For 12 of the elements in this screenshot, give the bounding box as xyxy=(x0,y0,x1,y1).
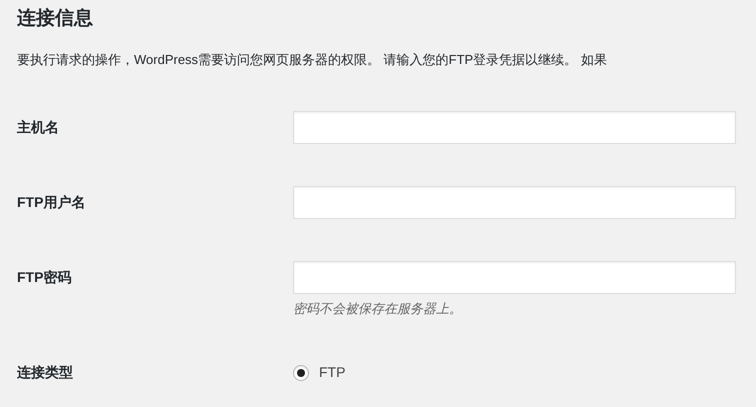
radio-button[interactable] xyxy=(293,364,309,380)
radio-option[interactable]: FTP xyxy=(293,362,346,383)
hint-text: 密码不会被保存在服务器上。 xyxy=(293,300,462,318)
text-field[interactable] xyxy=(293,186,736,219)
text-field[interactable] xyxy=(293,261,736,294)
intro-text: 要执行请求的操作，WordPress需要访问您网页服务器的权限。 请输入您的FTP登录凭据以继续。 如果 xyxy=(17,51,607,69)
section-title: 连接信息 xyxy=(17,6,93,31)
field-label: 主机名 xyxy=(17,118,60,137)
text-field[interactable] xyxy=(293,111,736,144)
field-label: FTP密码 xyxy=(17,268,72,287)
field-label: FTP用户名 xyxy=(17,193,86,212)
field-label: 连接类型 xyxy=(17,363,74,382)
